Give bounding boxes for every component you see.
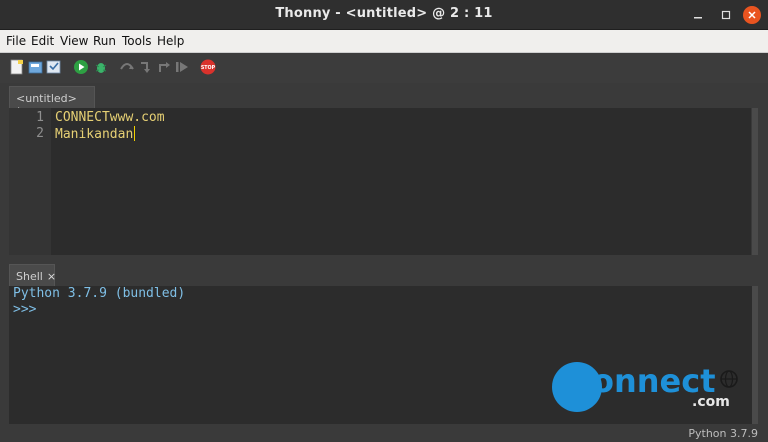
minimize-button[interactable] bbox=[688, 5, 708, 25]
menu-help[interactable]: Help bbox=[157, 34, 184, 48]
toolbar: STOP bbox=[0, 53, 768, 83]
shell-prompt[interactable]: >>> bbox=[13, 302, 36, 317]
tab-label: Shell bbox=[16, 270, 43, 283]
menu-bar: File Edit View Run Tools Help bbox=[0, 30, 768, 53]
line-number: 2 bbox=[36, 126, 44, 141]
watermark-logo: onnect .com bbox=[552, 360, 742, 420]
run-icon[interactable] bbox=[73, 59, 89, 75]
menu-tools[interactable]: Tools bbox=[122, 34, 152, 48]
menu-view[interactable]: View bbox=[60, 34, 88, 48]
shell-tabs: Shell × bbox=[0, 261, 768, 287]
menu-file[interactable]: File bbox=[6, 34, 26, 48]
code-line[interactable]: CONNECTwww.com bbox=[55, 110, 165, 125]
debug-icon[interactable] bbox=[93, 59, 109, 75]
shell-output: Python 3.7.9 (bundled) bbox=[13, 286, 186, 301]
open-file-icon[interactable] bbox=[28, 59, 44, 75]
minimize-icon bbox=[694, 17, 702, 19]
step-over-icon[interactable] bbox=[119, 59, 135, 75]
resume-icon[interactable] bbox=[174, 59, 190, 75]
maximize-icon bbox=[721, 10, 731, 20]
text-cursor bbox=[134, 126, 136, 141]
python-version[interactable]: Python 3.7.9 bbox=[688, 427, 758, 440]
close-button[interactable] bbox=[743, 6, 761, 24]
tab-close-icon[interactable]: × bbox=[47, 270, 56, 283]
tab-shell[interactable]: Shell × bbox=[9, 264, 56, 287]
editor-scrollbar[interactable] bbox=[752, 108, 758, 255]
logo-domain: .com bbox=[692, 394, 730, 410]
globe-icon bbox=[720, 370, 738, 388]
line-number: 1 bbox=[36, 110, 44, 125]
code-line-current[interactable]: Manikandan bbox=[55, 126, 136, 142]
stop-icon[interactable]: STOP bbox=[200, 59, 216, 75]
editor-tabs: <untitled> *× bbox=[0, 83, 768, 118]
maximize-button[interactable] bbox=[716, 5, 736, 25]
menu-run[interactable]: Run bbox=[93, 34, 116, 48]
new-file-icon[interactable] bbox=[9, 59, 25, 75]
title-bar: Thonny - <untitled> @ 2 : 11 bbox=[0, 0, 768, 30]
menu-edit[interactable]: Edit bbox=[31, 34, 54, 48]
tab-untitled[interactable]: <untitled> *× bbox=[9, 86, 95, 118]
step-out-icon[interactable] bbox=[156, 59, 172, 75]
code-line-text: Manikandan bbox=[55, 127, 134, 142]
stop-icon-label: STOP bbox=[201, 65, 216, 71]
save-file-icon[interactable] bbox=[46, 59, 62, 75]
close-icon bbox=[748, 11, 756, 19]
status-bar: Python 3.7.9 bbox=[0, 424, 768, 442]
shell-scrollbar[interactable] bbox=[752, 286, 758, 424]
step-into-icon[interactable] bbox=[138, 59, 154, 75]
window-title: Thonny - <untitled> @ 2 : 11 bbox=[275, 6, 493, 21]
